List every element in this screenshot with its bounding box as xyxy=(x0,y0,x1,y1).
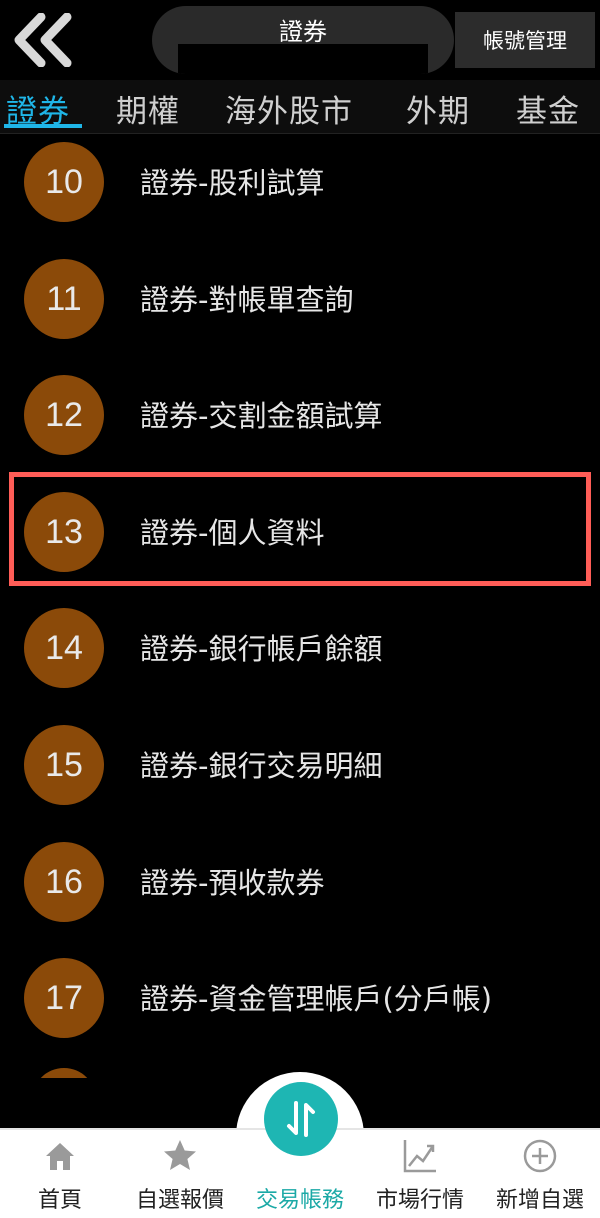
list-item[interactable]: 17 證券-資金管理帳戶(分戶帳) xyxy=(0,950,600,1066)
tab-funds[interactable]: 基金 xyxy=(516,86,580,131)
nav-label: 自選報價 xyxy=(135,1188,224,1213)
trading-center-button[interactable] xyxy=(264,1082,338,1156)
menu-list: 10 證券-股利試算 11 證券-對帳單查詢 12 證券-交割金額試算 13 證… xyxy=(0,134,600,1078)
account-management-button[interactable]: 帳號管理 xyxy=(455,12,595,68)
item-number-badge: 10 xyxy=(24,142,104,222)
swap-arrows-icon xyxy=(287,1101,315,1137)
list-item[interactable]: 12 證券-交割金額試算 xyxy=(0,367,600,483)
list-item[interactable]: 10 證券-股利試算 xyxy=(0,134,600,250)
double-chevron-left-icon xyxy=(14,13,72,67)
tab-foreign-futures[interactable]: 外期 xyxy=(406,86,470,131)
list-item[interactable]: 14 證券-銀行帳戶餘額 xyxy=(0,600,600,716)
category-tabs: 證券 期權 海外股市 外期 基金 xyxy=(0,80,600,134)
item-label: 證券-資金管理帳戶(分戶帳) xyxy=(140,982,493,1016)
item-number-badge: 12 xyxy=(24,375,104,455)
chart-trend-icon xyxy=(403,1140,436,1173)
item-label: 證券-預收款券 xyxy=(140,866,325,900)
list-item[interactable]: 15 證券-銀行交易明細 xyxy=(0,717,600,833)
nav-label: 市場行情 xyxy=(375,1188,464,1213)
item-label: 證券-對帳單查詢 xyxy=(140,283,354,317)
item-label: 證券-交割金額試算 xyxy=(140,399,383,433)
nav-watchlist-quotes[interactable]: 自選報價 xyxy=(120,1130,240,1218)
item-label: 證券-個人資料 xyxy=(140,516,325,550)
back-button[interactable] xyxy=(8,8,78,72)
item-number-badge: 17 xyxy=(24,958,104,1038)
list-item[interactable]: 11 證券-對帳單查詢 xyxy=(0,251,600,367)
tab-options[interactable]: 期權 xyxy=(116,86,180,131)
item-number-badge: 14 xyxy=(24,608,104,688)
list-item[interactable]: 13 證券-個人資料 xyxy=(0,484,600,600)
item-label: 證券-股利試算 xyxy=(140,166,325,200)
item-label: 證券-銀行交易明細 xyxy=(140,749,383,783)
active-tab-indicator xyxy=(4,124,82,128)
item-label: 證券-銀行帳戶餘額 xyxy=(140,632,383,666)
nav-add-watchlist[interactable]: 新增自選 xyxy=(480,1130,600,1218)
header: 證券 帳號管理 xyxy=(0,0,600,80)
list-item[interactable]: 16 證券-預收款券 xyxy=(0,834,600,950)
tab-overseas-stocks[interactable]: 海外股市 xyxy=(225,86,353,131)
nav-label: 新增自選 xyxy=(495,1188,584,1213)
item-number-badge: 16 xyxy=(24,842,104,922)
next-item-badge-partial xyxy=(32,1068,96,1078)
account-redaction xyxy=(178,44,428,74)
home-icon xyxy=(46,1143,74,1170)
title-pill: 證券 xyxy=(152,6,454,74)
nav-market-quotes[interactable]: 市場行情 xyxy=(360,1130,480,1218)
nav-label: 交易帳務 xyxy=(255,1188,344,1213)
star-icon xyxy=(164,1140,196,1170)
item-number-badge: 11 xyxy=(24,259,104,339)
page-title: 證券 xyxy=(279,18,327,46)
plus-circle-icon xyxy=(523,1139,557,1173)
nav-home[interactable]: 首頁 xyxy=(0,1130,120,1218)
item-number-badge: 13 xyxy=(24,492,104,572)
nav-label: 首頁 xyxy=(37,1188,82,1213)
item-number-badge: 15 xyxy=(24,725,104,805)
